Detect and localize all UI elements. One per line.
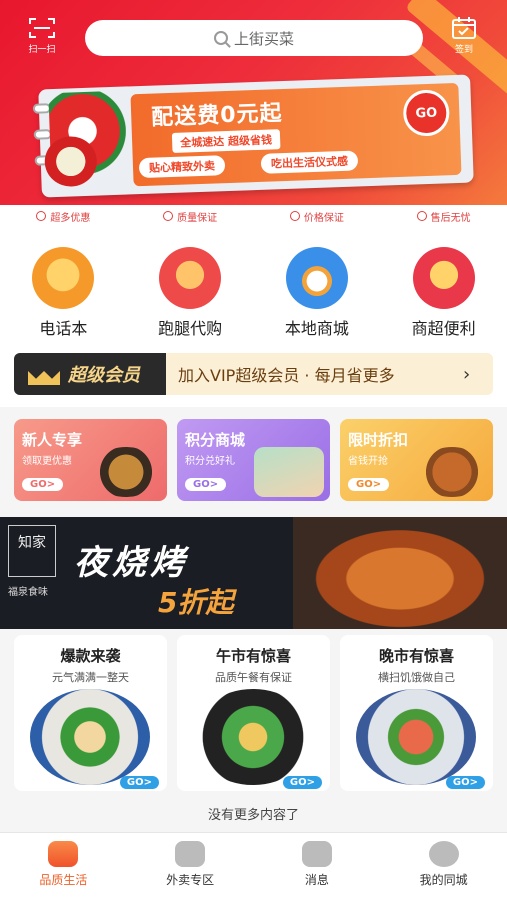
check-icon bbox=[163, 211, 174, 221]
banner-sub-left: 贴心精致外卖 bbox=[138, 155, 226, 179]
scan-label: 扫一扫 bbox=[28, 45, 56, 55]
guarantee-item: 价格保证 bbox=[289, 209, 344, 224]
banner-go-button[interactable]: GO bbox=[402, 89, 451, 137]
sale-icon bbox=[412, 247, 475, 309]
vip-section: 超级会员 加入VIP超级会员 · 每月省更多 › bbox=[0, 347, 507, 407]
search-icon bbox=[213, 31, 228, 45]
promo-row: 新人专享 领取更优惠 GO> 积分商城 积分兑好礼 GO> 限时折扣 省钱开抢 … bbox=[0, 407, 507, 517]
bbq-banner[interactable]: 知家 福泉食味 夜烧烤 5折起 bbox=[0, 517, 507, 629]
deal-go-button[interactable]: GO> bbox=[119, 776, 159, 789]
banner-title: 配送费0元起 bbox=[150, 101, 283, 131]
guarantee-label: 售后无忧 bbox=[430, 212, 471, 224]
tab-label: 品质生活 bbox=[39, 873, 88, 887]
deal-subtitle: 元气满满一整天 bbox=[52, 671, 129, 684]
search-placeholder: 上街买菜 bbox=[233, 29, 294, 48]
deal-go-button[interactable]: GO> bbox=[445, 776, 485, 789]
deal-card-hot[interactable]: 爆款来袭 元气满满一整天 GO> bbox=[14, 635, 167, 791]
banner-sub-right: 吃出生活仪式感 bbox=[260, 150, 359, 174]
bbq-discount: 5折起 bbox=[158, 586, 234, 619]
promo-new-user[interactable]: 新人专享 领取更优惠 GO> bbox=[14, 419, 167, 501]
checkin-label: 签到 bbox=[454, 45, 473, 55]
category-errand[interactable]: 跑腿代购 bbox=[140, 247, 240, 347]
deal-card-lunch[interactable]: 午市有惊喜 品质午餐有保证 GO> bbox=[177, 635, 330, 791]
tab-quality-life[interactable]: 品质生活 bbox=[0, 833, 127, 900]
bbq-logo-caption: 福泉食味 bbox=[8, 587, 48, 598]
category-supermarket[interactable]: 商超便利 bbox=[394, 247, 494, 347]
dinner-plate-image bbox=[356, 689, 476, 785]
deal-title: 午市有惊喜 bbox=[215, 647, 291, 665]
promo-title: 新人专享 bbox=[22, 431, 83, 449]
crown-icon bbox=[28, 363, 60, 385]
guarantee-label: 超多优惠 bbox=[50, 212, 91, 224]
tab-label: 消息 bbox=[304, 873, 329, 887]
deals-row: 爆款来袭 元气满满一整天 GO> 午市有惊喜 品质午餐有保证 GO> 晚市有惊喜… bbox=[0, 629, 507, 791]
category-grid: 电话本 跑腿代购 本地商城 商超便利 bbox=[0, 227, 507, 347]
check-icon bbox=[416, 211, 427, 221]
scan-button[interactable]: 扫一扫 bbox=[22, 16, 62, 55]
banner-tag: 全城速达 超级省钱 bbox=[171, 129, 281, 153]
category-phonebook[interactable]: 电话本 bbox=[13, 247, 113, 347]
end-of-list-text: 没有更多内容了 bbox=[207, 808, 299, 823]
food-image bbox=[91, 447, 161, 497]
promo-go-button[interactable]: GO> bbox=[22, 478, 64, 491]
grilled-fish-image bbox=[293, 517, 507, 629]
header: 扫一扫 上街买菜 签到 配送费0元起 全城速达 超级省钱 GO 贴心精致外卖 吃… bbox=[0, 0, 507, 205]
vip-text: 加入VIP超级会员 · 每月省更多 bbox=[178, 366, 395, 385]
guarantee-item: 超多优惠 bbox=[36, 209, 90, 224]
promo-points-mall[interactable]: 积分商城 积分兑好礼 GO> bbox=[177, 419, 330, 501]
home-icon bbox=[48, 841, 79, 867]
message-icon bbox=[301, 841, 332, 867]
chevron-right-icon: › bbox=[463, 363, 471, 385]
guarantee-item: 售后无忧 bbox=[416, 209, 471, 224]
bag-icon bbox=[175, 841, 206, 867]
phonebook-icon bbox=[32, 247, 95, 309]
promo-flash-sale[interactable]: 限时折扣 省钱开抢 GO> bbox=[340, 419, 493, 501]
check-icon bbox=[36, 211, 47, 221]
category-label: 电话本 bbox=[39, 319, 88, 338]
tab-label: 外卖专区 bbox=[166, 873, 215, 887]
promo-go-button[interactable]: GO> bbox=[348, 478, 390, 491]
search-bar[interactable]: 上街买菜 bbox=[85, 20, 423, 56]
bbq-logo: 知家 bbox=[8, 525, 56, 577]
tab-label: 我的同城 bbox=[419, 873, 468, 887]
vip-badge: 超级会员 bbox=[14, 353, 166, 395]
bottom-tab-bar: 品质生活 外卖专区 消息 我的同城 bbox=[0, 832, 507, 900]
deal-title: 爆款来袭 bbox=[60, 647, 121, 665]
store-icon bbox=[285, 247, 348, 309]
bbq-title: 夜烧烤 bbox=[74, 543, 188, 583]
deal-card-dinner[interactable]: 晚市有惊喜 横扫饥饿做自己 GO> bbox=[340, 635, 493, 791]
tab-messages[interactable]: 消息 bbox=[254, 833, 381, 900]
category-label: 跑腿代购 bbox=[158, 319, 223, 338]
gift-image bbox=[254, 447, 324, 497]
check-icon bbox=[289, 211, 300, 221]
deal-go-button[interactable]: GO> bbox=[282, 776, 322, 789]
promo-banner[interactable]: 配送费0元起 全城速达 超级省钱 GO 贴心精致外卖 吃出生活仪式感 bbox=[32, 74, 474, 198]
roast-chicken-image bbox=[417, 447, 487, 497]
category-label: 本地商城 bbox=[284, 319, 349, 338]
checkin-button[interactable]: 签到 bbox=[444, 16, 484, 55]
guarantee-item: 质量保证 bbox=[163, 209, 217, 224]
profile-icon bbox=[428, 841, 459, 867]
errand-icon bbox=[159, 247, 222, 309]
deal-subtitle: 品质午餐有保证 bbox=[215, 671, 292, 684]
lunch-plate-image bbox=[193, 689, 313, 785]
category-local-store[interactable]: 本地商城 bbox=[267, 247, 367, 347]
promo-go-button[interactable]: GO> bbox=[185, 478, 227, 491]
guarantee-strip: 超多优惠 质量保证 价格保证 售后无忧 bbox=[0, 205, 507, 227]
banner-panel: 配送费0元起 全城速达 超级省钱 GO 贴心精致外卖 吃出生活仪式感 bbox=[130, 82, 462, 187]
category-label: 商超便利 bbox=[411, 319, 476, 338]
scan-icon bbox=[29, 18, 55, 38]
breakfast-plate-image bbox=[30, 689, 150, 785]
guarantee-label: 质量保证 bbox=[177, 212, 218, 224]
tab-takeout[interactable]: 外卖专区 bbox=[127, 833, 254, 900]
promo-title: 限时折扣 bbox=[348, 431, 409, 449]
calendar-icon bbox=[452, 17, 476, 39]
vip-title: 超级会员 bbox=[68, 365, 140, 386]
deal-subtitle: 横扫饥饿做自己 bbox=[378, 671, 455, 684]
tab-my-city[interactable]: 我的同城 bbox=[380, 833, 507, 900]
guarantee-label: 价格保证 bbox=[303, 212, 344, 224]
vip-bar[interactable]: 超级会员 加入VIP超级会员 · 每月省更多 › bbox=[14, 353, 493, 395]
deal-title: 晚市有惊喜 bbox=[378, 647, 454, 665]
